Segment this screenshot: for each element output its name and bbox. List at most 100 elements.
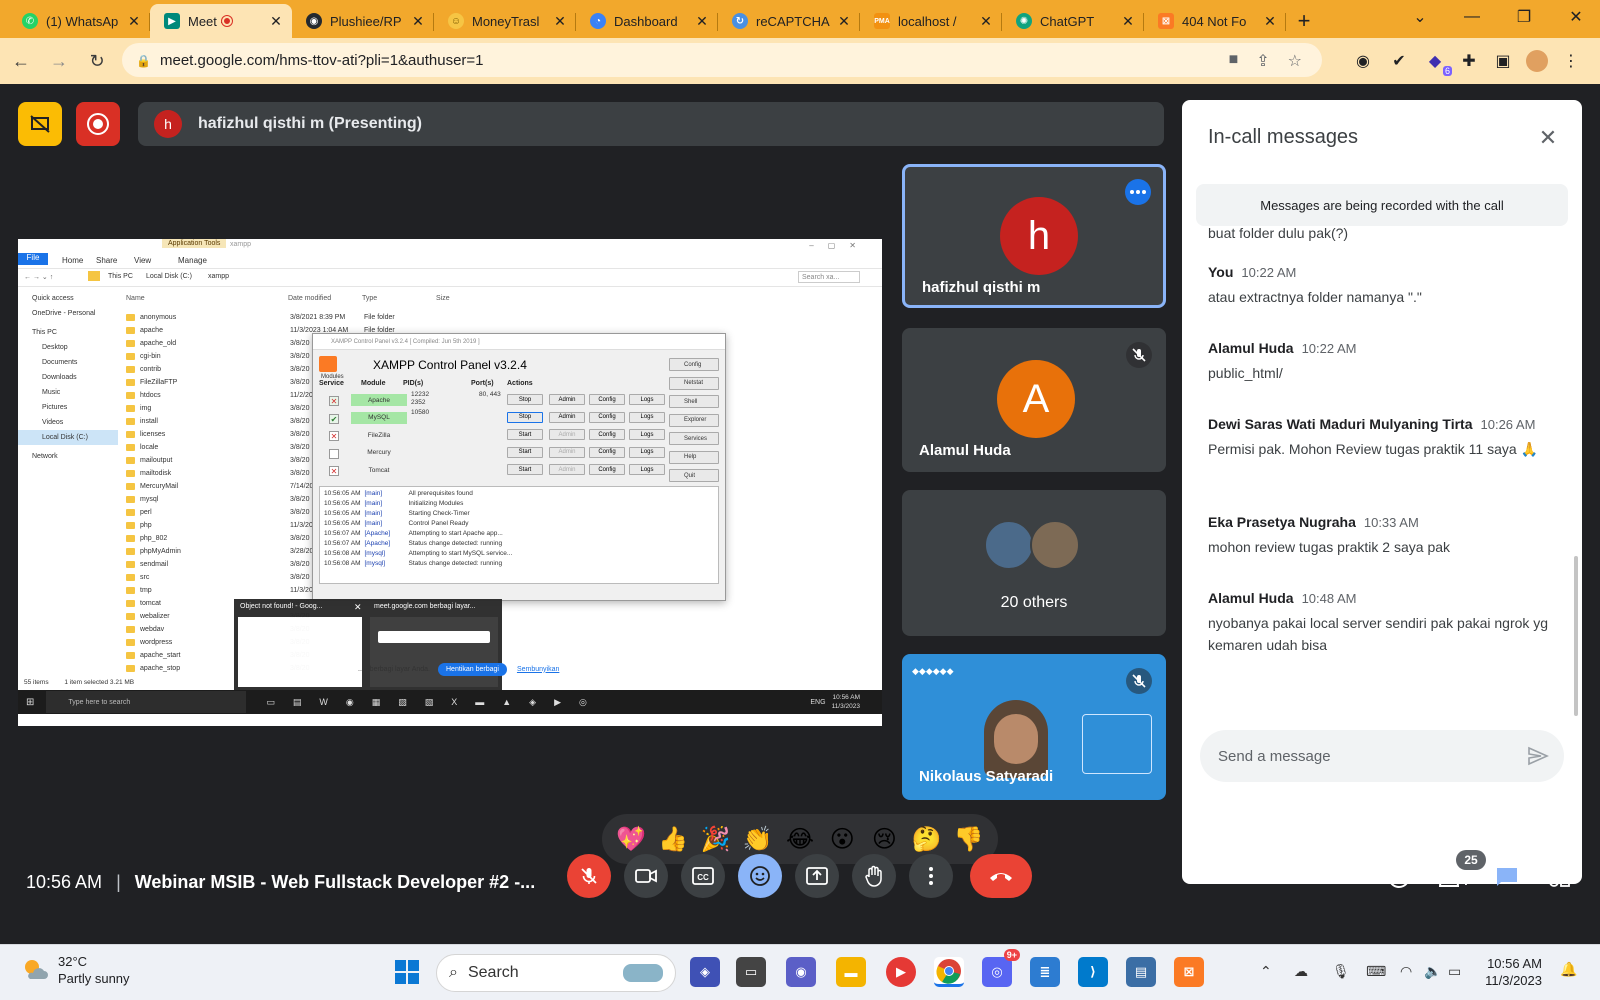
nav-item[interactable]: Desktop [18,340,118,355]
minimize-button[interactable]: — [1448,0,1496,34]
close-tab-icon[interactable]: ✕ [1120,13,1136,30]
reaction-surprised[interactable]: 😮 [824,821,860,857]
close-tab-icon[interactable]: ✕ [268,13,284,30]
chat-button[interactable] [1490,860,1524,894]
close-icon[interactable]: ✕ [1534,124,1562,152]
module-logs-button[interactable]: Logs [629,411,665,423]
nav-item[interactable]: Network [18,449,118,464]
vscode-icon[interactable]: ⟩ [1078,957,1108,987]
mic-toggle-button[interactable] [567,854,611,898]
module-action-button[interactable]: Stop [507,411,543,423]
module-admin-button[interactable]: Admin [549,394,585,405]
xampp-shell-button[interactable]: Shell [669,395,719,408]
media-player-icon[interactable]: ▶ [886,957,916,987]
participant-tile[interactable]: h hafizhul qisthi m [902,164,1166,308]
volume-icon[interactable]: 🔈 [1424,963,1441,980]
explorer-window-controls[interactable]: –▢✕ [809,241,870,250]
site-info-icon[interactable]: 🔒 [136,54,151,68]
present-button[interactable] [795,854,839,898]
checkmark-extension-icon[interactable]: ✔ [1388,50,1410,72]
module-logs-button[interactable]: Logs [629,429,665,440]
module-config-button[interactable]: Config [589,446,625,458]
share-icon[interactable]: ⇪ [1256,51,1269,71]
module-admin-button[interactable]: Admin [549,411,585,423]
service-checkbox[interactable]: ✕ [329,466,339,476]
close-tab-icon[interactable]: ✕ [694,13,710,30]
discord-icon[interactable]: ◎ 9+ [982,949,1020,987]
tab-recaptcha[interactable]: ↻ reCAPTCHA ✕ [718,4,860,38]
module-logs-button[interactable]: Logs [629,464,665,475]
close-tab-icon[interactable]: ✕ [836,13,852,30]
tab-404[interactable]: ⊠ 404 Not Fo ✕ [1144,4,1286,38]
xampp-explorer-button[interactable]: Explorer [669,413,719,427]
extensions-puzzle-icon[interactable]: ✚ [1458,50,1480,72]
xampp-netstat-button[interactable]: Netstat [669,376,719,390]
close-tab-icon[interactable]: ✕ [552,13,568,30]
module-action-button[interactable]: Start [507,446,543,458]
service-checkbox[interactable]: ✔ [329,413,339,424]
participant-tile[interactable]: ◆◆◆◆◆◆ Nikolaus Satyaradi [902,654,1166,800]
activities-button[interactable] [1542,860,1576,894]
column-header[interactable]: Name [126,295,145,302]
ribbon-tab-home[interactable]: Home [62,256,83,265]
nav-item[interactable]: Music [18,385,118,400]
present-off-icon[interactable] [18,102,62,146]
send-icon[interactable] [1526,744,1550,768]
close-tab-icon[interactable]: ✕ [410,13,426,30]
bookmark-star-icon[interactable]: ☆ [1288,51,1302,71]
module-admin-button[interactable]: Admin [549,446,585,458]
close-tab-icon[interactable]: ✕ [1262,13,1278,30]
ribbon-tab-share[interactable]: Share [96,256,117,265]
remote-desktop-icon[interactable]: ▤ [1126,957,1156,987]
tab-whatsapp[interactable]: ✆ (1) WhatsAp ✕ [8,4,150,38]
column-header[interactable]: Type [362,295,377,302]
tab-chatgpt[interactable]: ✺ ChatGPT ✕ [1002,4,1144,38]
reactions-button[interactable] [738,854,782,898]
reaction-clapping[interactable]: 👏 [740,821,776,857]
more-options-button[interactable] [909,854,953,898]
service-checkbox[interactable] [329,448,339,459]
module-admin-button[interactable]: Admin [549,464,585,475]
module-action-button[interactable]: Stop [507,394,543,405]
nav-item[interactable]: Downloads [18,370,118,385]
module-action-button[interactable]: Start [507,464,543,475]
windows-search[interactable]: ⌕ Search [436,954,676,992]
people-button[interactable] [1436,860,1470,894]
system-clock[interactable]: 10:56 AM 11/3/2023 [1478,955,1542,989]
windows-start-icon[interactable]: ⊞ [26,697,34,708]
taskbar-search[interactable]: Type here to search [46,691,247,713]
keyboard-icon[interactable]: ⌨ [1366,963,1386,980]
back-icon[interactable]: ← [4,44,38,78]
reaction-party-popper[interactable]: 🎉 [698,821,734,857]
reaction-thinking[interactable]: 🤔 [909,821,945,857]
close-tab-icon[interactable]: ✕ [978,13,994,30]
xampp-services-button[interactable]: Services [669,432,719,445]
explorer-search[interactable]: Search xa... [798,271,860,283]
participant-tile[interactable]: A Alamul Huda [902,328,1166,472]
nav-item[interactable]: Documents [18,355,118,370]
side-panel-icon[interactable]: ▣ [1492,50,1514,72]
copilot-icon[interactable]: ◈ [690,957,720,987]
nav-item[interactable]: OneDrive - Personal [18,306,118,321]
close-tab-icon[interactable]: ✕ [126,13,142,30]
notepad-icon[interactable]: ≣ [1030,957,1060,987]
explorer-nav-arrows[interactable]: ← → ⌄ ↑ [24,273,53,281]
ribbon-tab-view[interactable]: View [134,256,151,265]
thumbnail-title[interactable]: meet.google.com berbagi layar... [374,603,476,610]
onedrive-icon[interactable]: ☁ [1294,963,1308,980]
path-segment[interactable]: xampp [208,273,229,280]
ribbon-tab-file[interactable]: File [18,253,48,265]
tab-dashboard[interactable]: ◔ Dashboard ✕ [576,4,718,38]
taskbar-apps[interactable]: ▭▤W◉▦▨▧X▬▲◈▶◎ [266,697,604,708]
notifications-icon[interactable]: 🔔 [1560,961,1577,978]
ribbon-tab-manage[interactable]: Manage [178,256,207,265]
module-logs-button[interactable]: Logs [629,394,665,405]
windows-start-icon[interactable] [392,957,422,987]
module-logs-button[interactable]: Logs [629,446,665,458]
forward-icon[interactable]: → [42,44,76,78]
camera-toggle-button[interactable] [624,854,668,898]
path-segment[interactable]: This PC [108,273,133,280]
file-explorer-icon[interactable]: ▬ [836,957,866,987]
thumbnail-title[interactable]: Object not found! - Goog... [240,603,323,610]
path-segment[interactable]: Local Disk (C:) [146,273,192,280]
